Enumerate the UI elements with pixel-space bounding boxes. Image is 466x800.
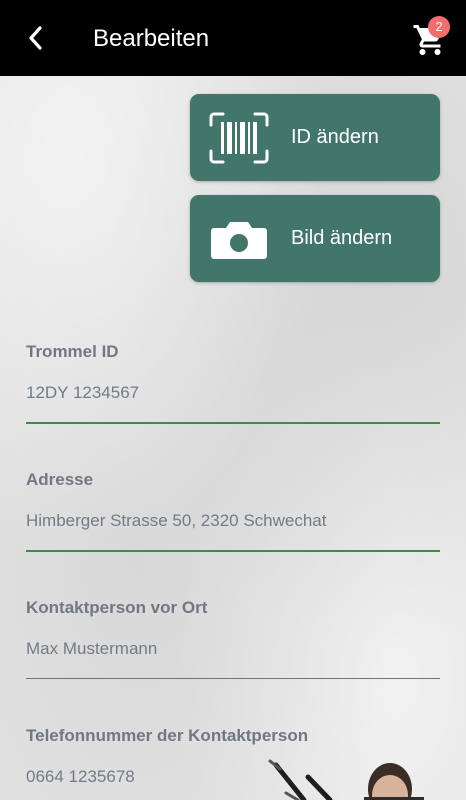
field-underline bbox=[26, 422, 440, 424]
page-title: Bearbeiten bbox=[93, 25, 210, 52]
back-button[interactable] bbox=[18, 20, 54, 56]
field-value[interactable]: Himberger Strasse 50, 2320 Schwechat bbox=[26, 511, 327, 531]
field-label: Kontaktperson vor Ort bbox=[26, 598, 208, 617]
edit-screen: Bearbeiten 2 ID ändern Bild ändern Tromm… bbox=[0, 0, 466, 800]
change-image-button[interactable]: Bild ändern bbox=[190, 195, 440, 282]
app-bar: Bearbeiten 2 bbox=[0, 0, 466, 76]
cart-count-badge: 2 bbox=[428, 16, 450, 38]
field-value[interactable]: Max Mustermann bbox=[26, 639, 157, 659]
contact-person-field[interactable]: Kontaktperson vor Ort Max Mustermann bbox=[26, 598, 440, 682]
change-id-label: ID ändern bbox=[291, 126, 379, 148]
field-label: Adresse bbox=[26, 470, 94, 489]
field-label: Telefonnummer der Kontaktperson bbox=[26, 726, 309, 745]
change-id-button[interactable]: ID ändern bbox=[190, 94, 440, 181]
chevron-left-icon bbox=[29, 26, 42, 50]
camera-icon bbox=[211, 222, 267, 259]
address-field[interactable]: Adresse Himberger Strasse 50, 2320 Schwe… bbox=[26, 470, 440, 554]
barcode-scan-icon bbox=[209, 112, 269, 164]
field-underline bbox=[26, 678, 440, 679]
field-value[interactable]: 0664 1235678 bbox=[26, 767, 135, 787]
change-image-label: Bild ändern bbox=[291, 227, 393, 249]
field-label: Trommel ID bbox=[26, 342, 119, 361]
field-value[interactable]: 12DY 1234567 bbox=[26, 383, 139, 403]
background-worker-image bbox=[268, 759, 424, 800]
field-underline bbox=[26, 550, 440, 552]
drum-id-field[interactable]: Trommel ID 12DY 1234567 bbox=[26, 342, 440, 426]
